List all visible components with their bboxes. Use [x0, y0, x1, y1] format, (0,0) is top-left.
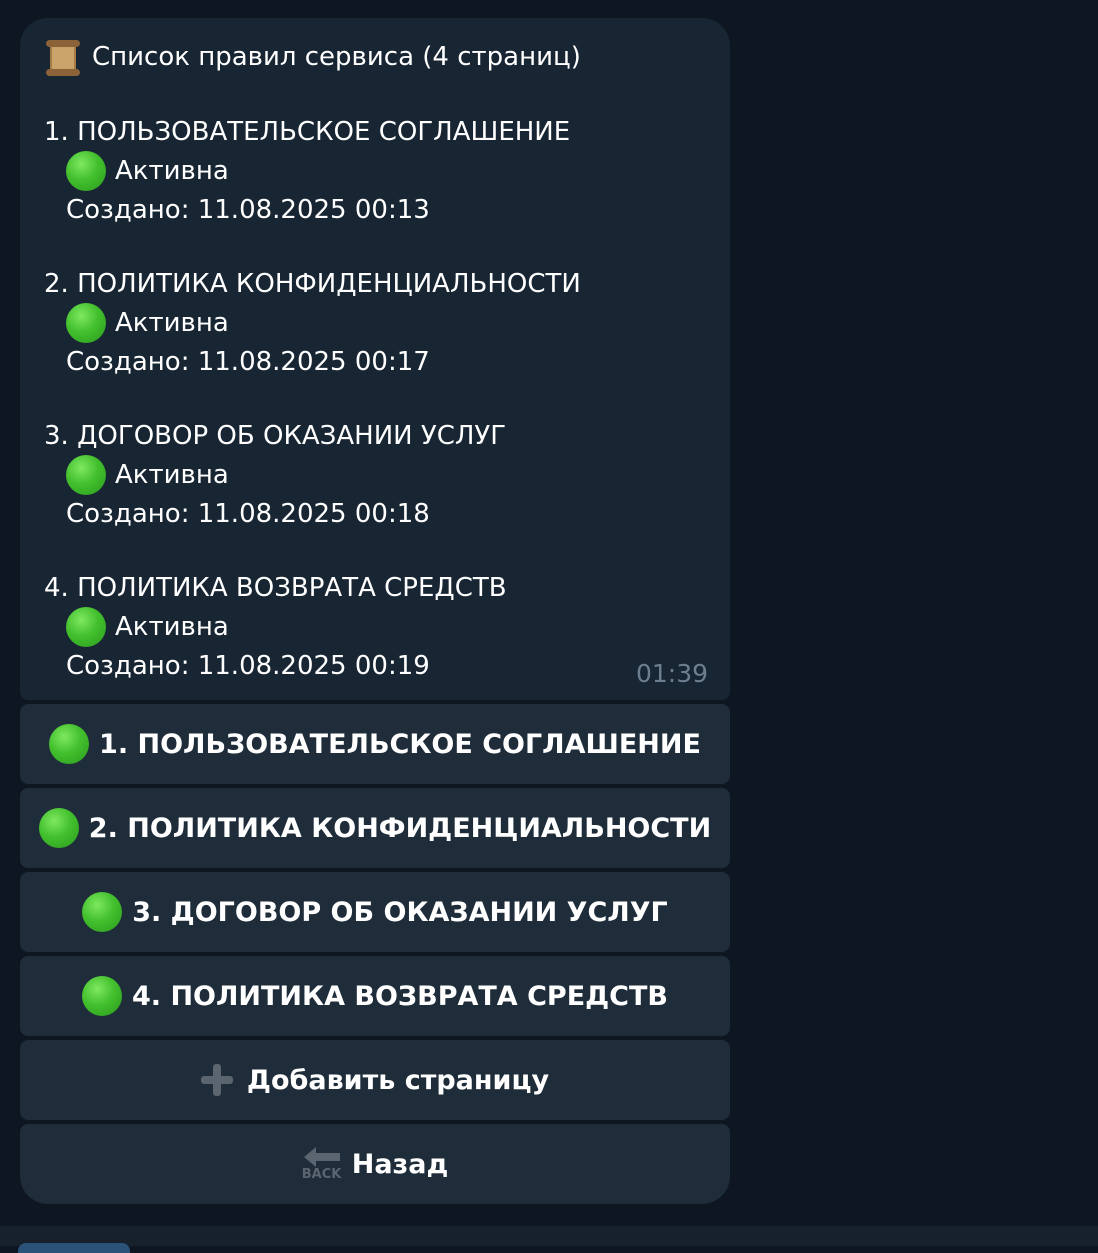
green-circle-icon [82, 892, 123, 932]
page-button-label: 3. ДОГОВОР ОБ ОКАЗАНИИ УСЛУГ [132, 896, 668, 928]
green-circle-icon [66, 151, 106, 191]
rule-created: Создано: 11.08.2025 00:13 [66, 195, 430, 225]
rule-entry: 2. ПОЛИТИКА КОНФИДЕНЦИАЛЬНОСТИ Активна С… [44, 265, 581, 381]
green-circle-icon [66, 303, 106, 343]
message-title: Список правил сервиса (4 страниц) [44, 38, 581, 76]
bottom-bar [0, 1226, 1098, 1253]
back-arrow-icon: BACK [302, 1145, 342, 1183]
green-circle-icon [49, 724, 90, 764]
page-button-privacy-policy[interactable]: 2. ПОЛИТИКА КОНФИДЕНЦИАЛЬНОСТИ [20, 788, 730, 868]
page-button-label: 4. ПОЛИТИКА ВОЗВРАТА СРЕДСТВ [132, 980, 668, 1012]
rule-created: Создано: 11.08.2025 00:17 [66, 347, 430, 377]
rule-name: 3. ДОГОВОР ОБ ОКАЗАНИИ УСЛУГ [44, 421, 507, 451]
rule-status-text: Активна [115, 612, 229, 642]
back-button[interactable]: BACK Назад [20, 1124, 730, 1204]
rule-entry: 3. ДОГОВОР ОБ ОКАЗАНИИ УСЛУГ Активна Соз… [44, 417, 506, 533]
green-circle-icon [82, 976, 122, 1016]
rule-entry: 4. ПОЛИТИКА ВОЗВРАТА СРЕДСТВ Активна Соз… [44, 569, 507, 685]
add-page-label: Добавить страницу [246, 1064, 550, 1096]
green-circle-icon [38, 808, 79, 848]
back-icon-text: BACK [301, 1167, 342, 1182]
bottom-pill [18, 1243, 130, 1253]
page-button-refund-policy[interactable]: 4. ПОЛИТИКА ВОЗВРАТА СРЕДСТВ [20, 956, 730, 1036]
rule-name: 4. ПОЛИТИКА ВОЗВРАТА СРЕДСТВ [44, 573, 507, 603]
rule-created: Создано: 11.08.2025 00:18 [66, 499, 430, 529]
page-button-label: 2. ПОЛИТИКА КОНФИДЕНЦИАЛЬНОСТИ [88, 812, 712, 844]
page-button-service-agreement[interactable]: 3. ДОГОВОР ОБ ОКАЗАНИИ УСЛУГ [20, 872, 730, 952]
page-button-label: 1. ПОЛЬЗОВАТЕЛЬСКОЕ СОГЛАШЕНИЕ [99, 728, 701, 760]
rule-created: Создано: 11.08.2025 00:19 [66, 651, 430, 681]
rule-entry: 1. ПОЛЬЗОВАТЕЛЬСКОЕ СОГЛАШЕНИЕ Активна С… [44, 113, 570, 229]
rule-status: Активна [44, 151, 570, 191]
message-bubble: Список правил сервиса (4 страниц) 1. ПОЛ… [20, 18, 730, 700]
green-circle-icon [66, 607, 106, 647]
page-button-user-agreement[interactable]: 1. ПОЛЬЗОВАТЕЛЬСКОЕ СОГЛАШЕНИЕ [20, 704, 730, 784]
rule-status-text: Активна [115, 460, 229, 490]
back-label: Назад [351, 1148, 449, 1180]
rule-status: Активна [44, 303, 581, 343]
rule-status: Активна [44, 455, 506, 495]
add-page-button[interactable]: Добавить страницу [20, 1040, 730, 1120]
plus-icon [200, 1064, 233, 1096]
message-time: 01:39 [635, 659, 708, 688]
scroll-icon [44, 38, 82, 76]
rule-name: 1. ПОЛЬЗОВАТЕЛЬСКОЕ СОГЛАШЕНИЕ [44, 117, 571, 147]
rule-status-text: Активна [115, 308, 229, 338]
rule-status-text: Активна [115, 156, 229, 186]
rule-status: Активна [44, 607, 507, 647]
green-circle-icon [66, 455, 106, 495]
message-title-text: Список правил сервиса (4 страниц) [92, 42, 581, 72]
rule-name: 2. ПОЛИТИКА КОНФИДЕНЦИАЛЬНОСТИ [44, 269, 581, 299]
